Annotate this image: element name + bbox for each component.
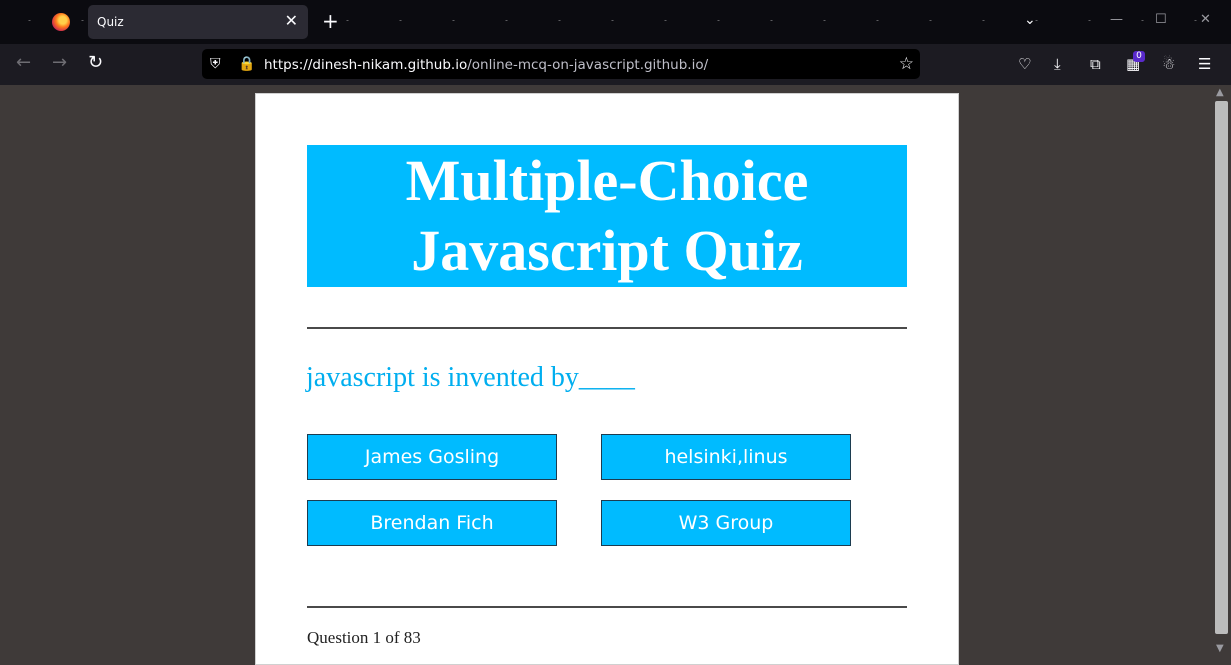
question-progress: Question 1 of 83	[307, 628, 421, 647]
download-icon[interactable]: ⤓	[1054, 55, 1061, 73]
reload-icon[interactable]: ↻	[88, 53, 103, 73]
bookmark-star-icon[interactable]: ☆	[899, 54, 914, 74]
new-tab-button[interactable]: +	[322, 10, 339, 32]
scroll-up-icon[interactable]: ▲	[1216, 87, 1224, 98]
browser-navbar: ← → ↻ ⛨ 🔒 https://dinesh-nikam.github.io…	[0, 44, 1231, 85]
quiz-title: Multiple-Choice Javascript Quiz	[307, 145, 907, 287]
choice-button-1[interactable]: James Gosling	[307, 434, 557, 480]
chevron-down-icon[interactable]: ⌄	[1024, 12, 1036, 28]
close-window-icon[interactable]: ✕	[1200, 12, 1211, 27]
extensions-icon[interactable]: ⧉	[1090, 55, 1101, 73]
question-text: javascript is invented by____	[306, 362, 635, 393]
quiz-title-line-2: Javascript Quiz	[411, 218, 803, 283]
url-text[interactable]: https://dinesh-nikam.github.io/online-mc…	[264, 57, 708, 73]
divider-bottom	[307, 606, 907, 608]
maximize-icon[interactable]: ☐	[1155, 12, 1167, 27]
tab-quiz[interactable]: Quiz ✕	[88, 5, 308, 39]
quiz-page: Multiple-Choice Javascript Quiz javascri…	[255, 93, 959, 665]
extension-badge: 0	[1133, 51, 1145, 62]
scroll-down-icon[interactable]: ▼	[1216, 643, 1224, 654]
minimize-icon[interactable]: —	[1110, 12, 1123, 27]
menu-icon[interactable]: ☰	[1198, 55, 1211, 73]
url-host: https://dinesh-nikam.github.io	[264, 57, 468, 73]
scrollbar-thumb[interactable]	[1215, 101, 1228, 634]
url-path: /online-mcq-on-javascript.github.io/	[467, 57, 709, 73]
pocket-icon[interactable]: ♡	[1018, 55, 1031, 73]
browser-titlebar: Quiz ✕ + ⌄ — ☐ ✕	[0, 0, 1231, 44]
firefox-logo-icon[interactable]	[52, 13, 70, 31]
quiz-title-line-1: Multiple-Choice	[405, 148, 809, 213]
choice-button-4[interactable]: W3 Group	[601, 500, 851, 546]
tab-close-icon[interactable]: ✕	[285, 12, 298, 30]
forward-arrow-icon[interactable]: →	[52, 53, 67, 73]
shield-icon[interactable]: ⛨	[210, 56, 221, 72]
profile-icon[interactable]: ☃	[1162, 55, 1175, 73]
choice-button-3[interactable]: Brendan Fich	[307, 500, 557, 546]
page-scrollbar[interactable]: ▲ ▼	[1212, 85, 1231, 656]
url-bar[interactable]: ⛨ 🔒 https://dinesh-nikam.github.io/onlin…	[202, 49, 920, 79]
divider-top	[307, 327, 907, 329]
lock-icon[interactable]: 🔒	[238, 56, 255, 72]
choice-button-2[interactable]: helsinki,linus	[601, 434, 851, 480]
tab-title: Quiz	[97, 15, 124, 29]
back-arrow-icon[interactable]: ←	[16, 53, 31, 73]
